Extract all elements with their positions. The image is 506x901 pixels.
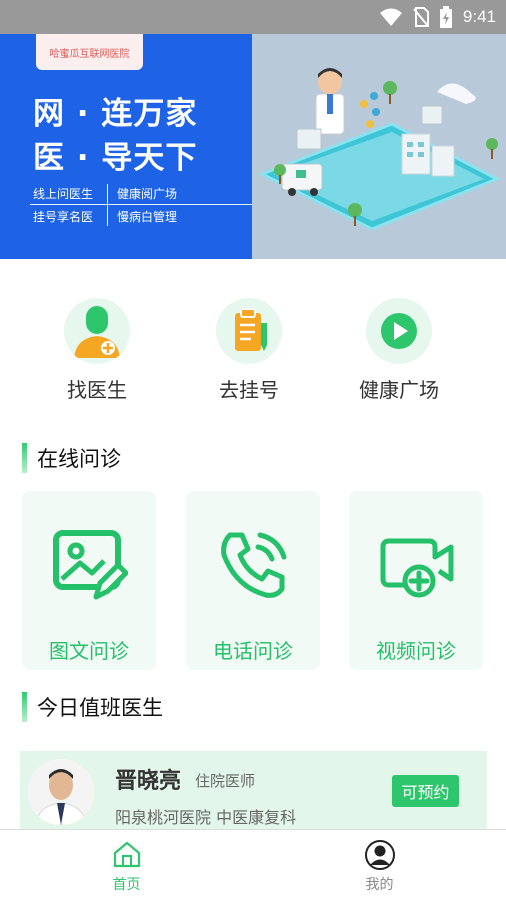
duty-doctors-title: 今日值班医生 (37, 696, 163, 720)
clipboard-icon (235, 308, 267, 351)
register-button[interactable]: 去挂号 (189, 298, 309, 403)
register-icon-circle (216, 298, 282, 364)
banner-feature: 挂号享名医 (33, 210, 94, 224)
banner-feature: 健康阅广场 (117, 187, 178, 201)
tab-home-label: 首页 (112, 877, 141, 893)
slogan-line-1: 网 · 连万家 (33, 96, 198, 132)
wifi-icon (379, 8, 402, 26)
status-icons: 9:41 (379, 0, 496, 34)
status-time: 9:41 (462, 7, 496, 26)
tab-mine[interactable]: 我的 (253, 830, 506, 901)
health-square-button[interactable]: 健康广场 (339, 298, 459, 403)
doctor-hospital: 阳泉桃河医院 中医康复科 (115, 808, 297, 827)
banner-feature: 线上问医生 (33, 187, 94, 201)
play-icon (381, 313, 417, 349)
battery-charging-icon (439, 6, 452, 28)
tab-mine-label: 我的 (365, 877, 394, 893)
health-square-label: 健康广场 (359, 378, 439, 402)
find-doctor-label: 找医生 (67, 378, 127, 402)
duty-doctors-section-title: 今日值班医生 (22, 692, 163, 722)
online-consult-title: 在线问诊 (37, 447, 121, 471)
slogan-line-2: 医 · 导天下 (33, 140, 198, 176)
doctor-title: 住院医师 (195, 772, 256, 790)
image-text-consult-label: 图文问诊 (49, 639, 129, 663)
doctor-photo (28, 759, 94, 825)
promo-banner[interactable]: 哈蜜瓜互联网医院 网 · 连万家 医 · 导天下 线上问医生 健康阅广场 挂号享… (0, 34, 506, 259)
home-icon (113, 841, 141, 868)
banner-text-panel: 哈蜜瓜互联网医院 网 · 连万家 医 · 导天下 线上问医生 健康阅广场 挂号享… (0, 34, 252, 259)
online-consult-section-title: 在线问诊 (22, 443, 121, 473)
phone-icon (221, 532, 287, 598)
doctor-card[interactable]: 晋晓亮 住院医师 阳泉桃河医院 中医康复科 可预约 (20, 751, 487, 831)
status-bar: 9:41 (0, 0, 506, 34)
doctor-name: 晋晓亮 (115, 769, 182, 794)
user-icon (365, 840, 395, 870)
video-consult-card[interactable]: 视频问诊 (349, 491, 483, 670)
find-doctor-button[interactable]: 找医生 (37, 298, 157, 403)
image-edit-icon (53, 530, 128, 600)
book-appointment-button[interactable]: 可预约 (392, 775, 459, 807)
health-square-icon-circle (366, 298, 432, 364)
hospital-tag: 哈蜜瓜互联网医院 (36, 34, 143, 70)
banner-divider (30, 204, 252, 205)
tab-home[interactable]: 首页 (0, 830, 253, 901)
find-doctor-icon-circle (64, 298, 130, 364)
banner-divider-vertical (107, 184, 108, 226)
video-consult-label: 视频问诊 (376, 639, 456, 663)
telemedicine-illustration (258, 68, 501, 231)
no-sim-icon (413, 7, 429, 27)
register-label: 去挂号 (219, 378, 279, 402)
bottom-tab-bar: 首页 我的 (0, 829, 506, 901)
doctor-avatar (28, 759, 94, 825)
image-text-consult-card[interactable]: 图文问诊 (22, 491, 156, 670)
video-add-icon (380, 538, 454, 598)
section-accent-bar (22, 443, 27, 473)
phone-consult-card[interactable]: 电话问诊 (186, 491, 320, 670)
banner-feature: 慢病白管理 (117, 210, 178, 224)
section-accent-bar (22, 692, 27, 722)
phone-consult-label: 电话问诊 (213, 639, 293, 663)
banner-illustration (252, 34, 506, 259)
doctor-icon (74, 306, 120, 358)
